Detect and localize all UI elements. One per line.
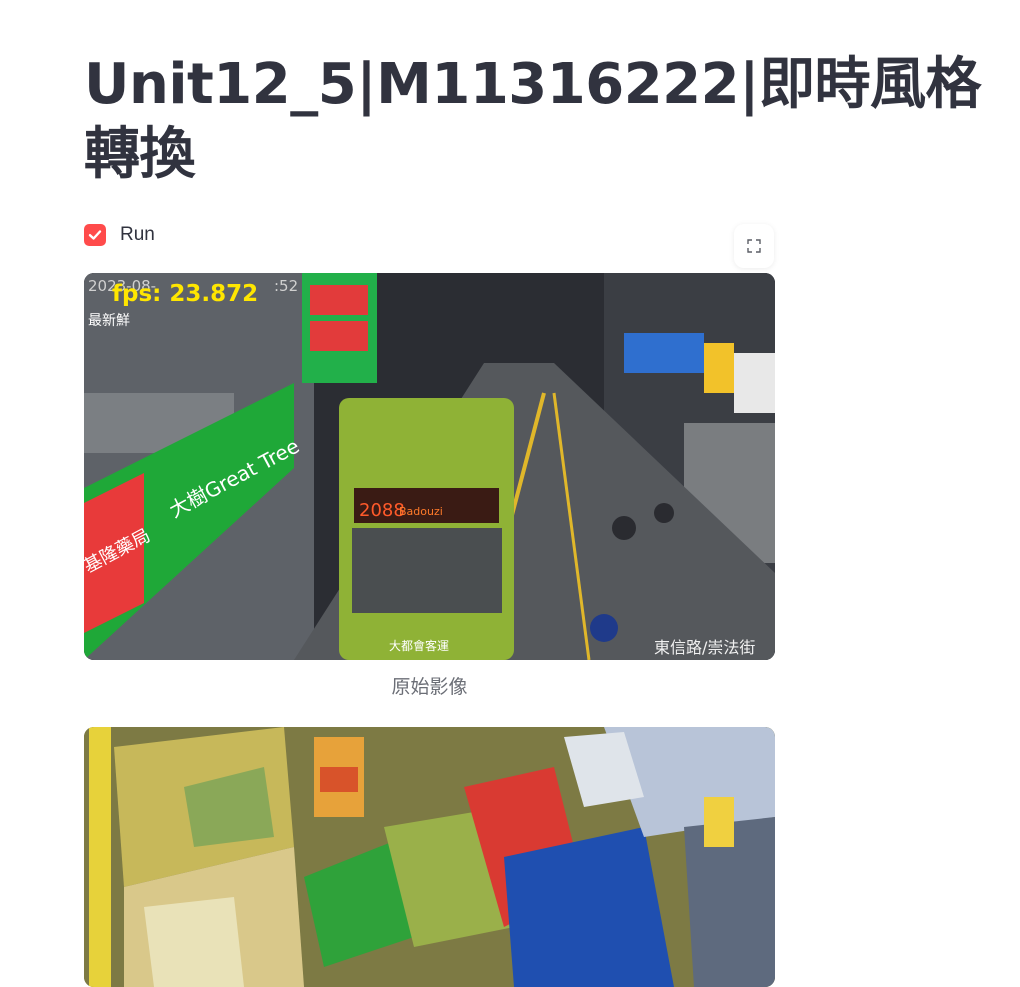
shop-sign-new: 最新鮮 (88, 313, 130, 329)
timestamp-tail-overlay: :52 (274, 277, 298, 295)
original-video-frame: 2088 Badouzi 大都會客運 2023-08- :52 fps: 23.… (84, 273, 775, 660)
bus-company: 大都會客運 (389, 638, 449, 653)
bus-destination: Badouzi (399, 505, 443, 518)
styled-video-frame (84, 727, 775, 987)
styled-frame-image (84, 727, 775, 987)
checkbox-checked-box[interactable] (84, 224, 106, 246)
run-checkbox[interactable]: Run (84, 222, 155, 248)
checkmark-icon (88, 230, 102, 240)
fps-overlay: fps: 23.872 (112, 281, 258, 307)
run-checkbox-label: Run (120, 224, 155, 245)
original-image-caption: 原始影像 (391, 676, 468, 698)
original-frame-image: 2088 Badouzi 大都會客運 2023-08- :52 fps: 23.… (84, 273, 775, 660)
bus-route-number: 2088 (359, 500, 405, 521)
page-title: Unit12_5|M11316222|即時風格轉換 (84, 52, 982, 187)
fullscreen-icon (747, 239, 761, 253)
fullscreen-button[interactable] (734, 224, 774, 268)
location-label: 東信路/崇法街 (654, 638, 755, 657)
